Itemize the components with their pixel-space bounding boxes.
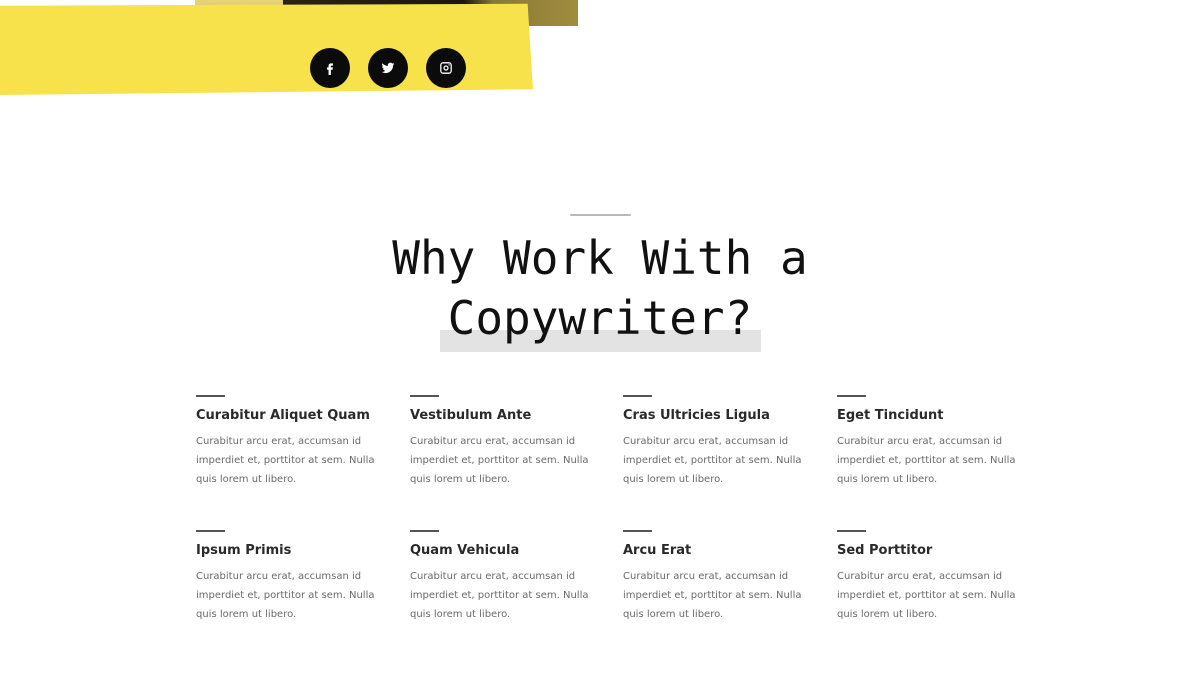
feature-item: Cras Ultricies Ligula Curabitur arcu era… [623,395,813,489]
feature-item: Quam Vehicula Curabitur arcu erat, accum… [410,530,600,624]
feature-item: Sed Porttitor Curabitur arcu erat, accum… [837,530,1027,624]
feature-text: Curabitur arcu erat, accumsan id imperdi… [623,571,802,620]
page: Why Work With a Copywriter? Curabitur Al… [0,0,1200,675]
feature-title: Arcu Erat [623,543,692,558]
feature-item: Eget Tincidunt Curabitur arcu erat, accu… [837,395,1027,489]
feature-divider [196,530,225,532]
feature-divider [410,395,439,397]
feature-divider [623,395,652,397]
feature-divider [837,530,866,532]
feature-title: Quam Vehicula [410,543,520,558]
feature-text: Curabitur arcu erat, accumsan id imperdi… [196,436,375,485]
feature-item: Curabitur Aliquet Quam Curabitur arcu er… [196,395,386,489]
facebook-button[interactable] [310,48,350,88]
feature-text: Curabitur arcu erat, accumsan id imperdi… [196,571,375,620]
feature-divider [196,395,225,397]
feature-title: Sed Porttitor [837,543,933,558]
feature-divider [837,395,866,397]
section-title: Why Work With a Copywriter? [392,231,808,345]
feature-text: Curabitur arcu erat, accumsan id imperdi… [837,571,1016,620]
feature-title: Curabitur Aliquet Quam [196,408,370,423]
feature-item: Ipsum Primis Curabitur arcu erat, accums… [196,530,386,624]
social-links [310,48,466,88]
feature-divider [623,530,652,532]
feature-divider [410,530,439,532]
twitter-button[interactable] [368,48,408,88]
feature-item: Vestibulum Ante Curabitur arcu erat, acc… [410,395,600,489]
feature-text: Curabitur arcu erat, accumsan id imperdi… [410,436,589,485]
twitter-icon [381,62,395,74]
feature-title: Cras Ultricies Ligula [623,408,770,423]
feature-item: Arcu Erat Curabitur arcu erat, accumsan … [623,530,813,624]
feature-title: Eget Tincidunt [837,408,944,423]
feature-text: Curabitur arcu erat, accumsan id imperdi… [623,436,802,485]
feature-title: Ipsum Primis [196,543,292,558]
heading-divider [570,214,631,216]
facebook-icon [327,63,333,75]
feature-text: Curabitur arcu erat, accumsan id imperdi… [837,436,1016,485]
instagram-icon [440,62,452,74]
feature-title: Vestibulum Ante [410,408,532,423]
feature-text: Curabitur arcu erat, accumsan id imperdi… [410,571,589,620]
instagram-button[interactable] [426,48,466,88]
